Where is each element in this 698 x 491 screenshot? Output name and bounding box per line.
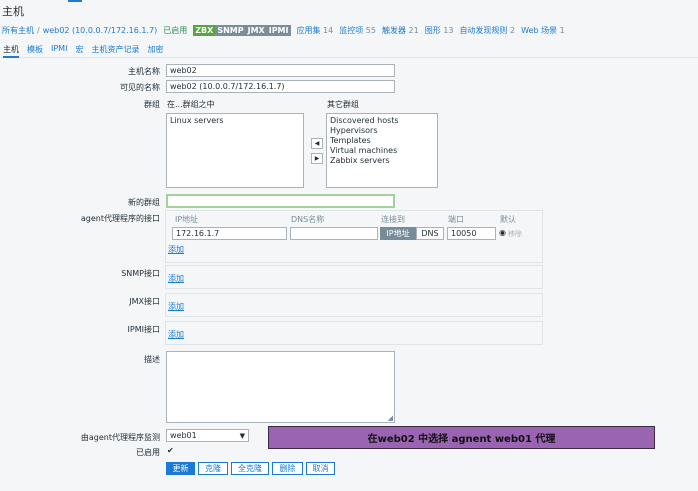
badge-ipmi: IPMI (268, 25, 289, 35)
current-host-link[interactable]: web02 (10.0.0.7/172.16.1.7) (43, 26, 158, 35)
proxy-select[interactable]: web01 ▼ (166, 429, 249, 442)
snmp-interface-box (165, 265, 543, 289)
resize-handle-icon[interactable]: ◢ (388, 414, 393, 422)
arrow-right-icon: ▶ (314, 155, 320, 162)
host-breadcrumb: 所有主机 / web02 (10.0.0.7/172.16.1.7) 已启用 Z… (0, 22, 698, 38)
default-header: 默认 (500, 215, 516, 224)
visible-name-input[interactable]: web02 (10.0.0.7/172.16.1.7) (166, 80, 395, 93)
remove-link[interactable]: 移除 (508, 229, 522, 239)
discovery-rules-link[interactable]: 自动发现规则 2 (459, 25, 515, 36)
add-ipmi-interface-link[interactable]: 添加 (168, 329, 184, 340)
connect-ip-button[interactable]: IP地址 (380, 227, 416, 240)
dns-header: DNS名称 (291, 215, 325, 224)
list-item[interactable]: Discovered hosts (330, 116, 434, 126)
new-group-input[interactable] (166, 194, 395, 208)
connect-dns-button[interactable]: DNS (416, 227, 444, 240)
all-hosts-link[interactable]: 所有主机 (2, 25, 34, 36)
new-group-label: 新的群组 (128, 198, 160, 207)
graphs-link[interactable]: 图形 13 (425, 25, 454, 36)
in-groups-list[interactable]: Linux servers (166, 113, 304, 188)
groups-label: 群组 (144, 100, 160, 109)
delete-button[interactable]: 删除 (272, 462, 303, 475)
chevron-down-icon: ▼ (239, 432, 245, 440)
badge-snmp: SNMP (217, 25, 244, 35)
add-agent-interface-link[interactable]: 添加 (168, 244, 184, 255)
agent-port-input[interactable]: 10050 (447, 227, 496, 240)
ip-header: IP地址 (175, 215, 199, 224)
agent-dns-input[interactable] (290, 227, 378, 240)
host-tabs: 主机 模板 IPMI 宏 主机资产记录 加密 (0, 42, 698, 58)
full-clone-button[interactable]: 全克隆 (231, 462, 269, 475)
ipmi-interfaces-label: IPMI接口 (127, 325, 160, 334)
triggers-link[interactable]: 触发器 21 (382, 25, 419, 36)
applications-link[interactable]: 应用集 14 (297, 25, 334, 36)
title-accent-line (68, 0, 82, 2)
tab-host[interactable]: 主机 (3, 42, 19, 58)
availability-badges: ZBX SNMP JMX IPMI (193, 24, 291, 36)
badge-zbx: ZBX (193, 24, 216, 36)
web-scenarios-link[interactable]: Web 场景 1 (521, 25, 565, 36)
badge-jmx: JMX (247, 25, 265, 35)
tab-inventory[interactable]: 主机资产记录 (91, 42, 139, 58)
description-textarea[interactable]: ◢ (166, 351, 395, 423)
jmx-interface-box (165, 293, 543, 317)
host-name-input[interactable]: web02 (166, 64, 395, 77)
list-item[interactable]: Templates (330, 136, 434, 146)
default-radio[interactable]: ◉ (499, 228, 506, 237)
connect-header: 连接到 (381, 215, 405, 224)
jmx-interfaces-label: JMX接口 (129, 297, 160, 306)
cancel-button[interactable]: 取消 (306, 462, 335, 475)
arrow-left-icon: ◀ (314, 140, 320, 147)
move-left-button[interactable]: ◀ (311, 138, 323, 149)
port-header: 端口 (448, 215, 464, 224)
tab-macros[interactable]: 宏 (75, 42, 83, 58)
list-item[interactable]: Zabbix servers (330, 156, 434, 166)
items-link[interactable]: 监控项 55 (339, 25, 376, 36)
proxy-select-value: web01 (170, 431, 197, 440)
other-groups-list[interactable]: Discovered hosts Hypervisors Templates V… (326, 113, 438, 188)
list-item[interactable]: Virtual machines (330, 146, 434, 156)
agent-ip-input[interactable]: 172.16.1.7 (172, 227, 287, 240)
ipmi-interface-box (165, 321, 543, 345)
breadcrumb-separator: / (37, 25, 40, 35)
update-button[interactable]: 更新 (166, 462, 195, 475)
snmp-interfaces-label: SNMP接口 (121, 269, 160, 278)
description-label: 描述 (144, 355, 160, 364)
move-right-button[interactable]: ▶ (311, 153, 323, 164)
annotation-callout: 在web02 中选择 agnent web01 代理 (268, 426, 655, 449)
page-title: 主机 (2, 5, 24, 18)
other-groups-header: 其它群组 (327, 100, 359, 109)
proxy-label: 由agent代理程序监测 (80, 433, 160, 442)
enabled-label: 已启用 (136, 448, 160, 457)
tab-ipmi[interactable]: IPMI (51, 42, 67, 58)
agent-interfaces-label: agent代理程序的接口 (80, 214, 160, 223)
list-item[interactable]: Hypervisors (330, 126, 434, 136)
list-item[interactable]: Linux servers (170, 116, 300, 126)
in-groups-header: 在...群组之中 (167, 100, 215, 109)
visible-name-label: 可见的名称 (120, 83, 160, 92)
host-name-label: 主机名称 (128, 67, 160, 76)
add-snmp-interface-link[interactable]: 添加 (168, 273, 184, 284)
tab-templates[interactable]: 模板 (27, 42, 43, 58)
clone-button[interactable]: 克隆 (198, 462, 228, 475)
add-jmx-interface-link[interactable]: 添加 (168, 301, 184, 312)
enabled-checkbox[interactable]: ✔ (167, 446, 174, 455)
tab-encryption[interactable]: 加密 (147, 42, 163, 58)
host-status[interactable]: 已启用 (163, 25, 187, 36)
